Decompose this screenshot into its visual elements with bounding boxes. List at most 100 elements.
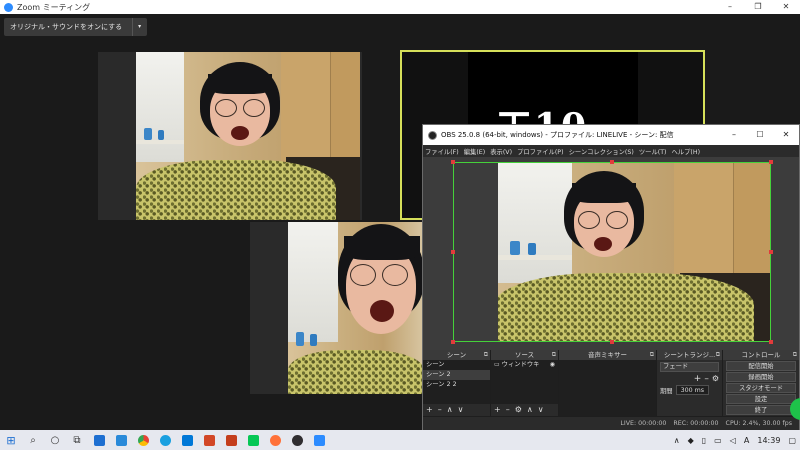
obs-icon[interactable] [286,430,308,450]
search-icon[interactable]: ⌕ [22,430,44,450]
move-source-down-button[interactable]: ∨ [538,404,544,416]
obs-menubar: ファイル(F) 編集(E) 表示(V) プロファイル(P) シーンコレクション(… [423,145,799,157]
window-capture-icon: ▭ [494,361,500,368]
audio-mixer-body [559,360,656,416]
scenes-dock: シーン ⧉ シーン シーン 2 シーン 2 2 + – ∧ ∨ [423,350,491,416]
obs-preview-area[interactable] [423,157,799,350]
menu-scene-collection[interactable]: シーンコレクション(S) [569,147,634,156]
original-sound-button[interactable]: オリジナル・サウンドをオンにする ▾ [4,18,148,36]
tray-chevron-icon[interactable]: ∧ [674,436,680,445]
remove-source-button[interactable]: – [506,404,510,416]
menu-help[interactable]: ヘルプ(H) [672,147,701,156]
add-source-button[interactable]: + [494,404,501,416]
chrome-icon[interactable] [132,430,154,450]
calendar-icon[interactable] [110,430,132,450]
add-scene-button[interactable]: + [426,404,433,416]
controls-dock: コントロール ⧉ 配信開始 録画開始 スタジオモード 設定 終了 [723,350,799,416]
minimize-button[interactable]: – [716,0,744,14]
source-list-item[interactable]: ▭ ウィンドウキ ◉ [491,360,558,370]
move-source-up-button[interactable]: ∧ [527,404,533,416]
resize-handle[interactable] [451,250,455,254]
transition-settings-gear-icon[interactable]: ⚙ [712,374,719,384]
resize-handle[interactable] [451,160,455,164]
menu-view[interactable]: 表示(V) [490,147,512,156]
powerpoint-icon[interactable] [198,430,220,450]
remove-transition-button[interactable]: – [704,374,709,384]
menu-edit[interactable]: 編集(E) [464,147,486,156]
start-streaming-button[interactable]: 配信開始 [726,361,796,371]
zoom-icon[interactable] [308,430,330,450]
settings-button[interactable]: 設定 [726,394,796,404]
move-scene-up-button[interactable]: ∧ [447,404,453,416]
system-tray: ∧ ◆ ▯ ▭ ◁ A 14:39 ▢ [670,430,800,450]
photos-icon[interactable] [220,430,242,450]
close-button[interactable]: ✕ [772,0,800,14]
network-icon[interactable]: ▭ [714,436,722,445]
resize-handle[interactable] [769,250,773,254]
controls-title: コントロール [741,351,781,359]
obs-status-bar: LIVE: 00:00:00 REC: 00:00:00 CPU: 2.4%, … [423,416,799,430]
obs-window: OBS 25.0.8 (64-bit, windows) - プロファイル: L… [422,124,800,431]
resize-handle[interactable] [610,340,614,344]
obs-maximize-button[interactable]: ☐ [747,125,773,145]
resize-handle[interactable] [610,160,614,164]
start-recording-button[interactable]: 録画開始 [726,372,796,382]
move-scene-down-button[interactable]: ∨ [458,404,464,416]
transitions-title: シーントランジ... [663,351,716,359]
remove-scene-button[interactable]: – [438,404,442,416]
scene-transitions-dock: シーントランジ... ⧉ フェード + – ⚙ 期間 300 ms [657,350,723,416]
source-settings-gear-icon[interactable]: ⚙ [515,404,522,416]
resize-handle[interactable] [769,160,773,164]
obs-docks: シーン ⧉ シーン シーン 2 シーン 2 2 + – ∧ ∨ ソース ⧉ ▭ ウィ… [423,350,799,416]
menu-file[interactable]: ファイル(F) [425,147,459,156]
obs-close-button[interactable]: ✕ [773,125,799,145]
windows-start-icon[interactable]: ⊞ [0,430,22,450]
obs-minimize-button[interactable]: – [721,125,747,145]
line-icon[interactable] [242,430,264,450]
undock-icon[interactable]: ⧉ [552,350,556,360]
live-status: LIVE: 00:00:00 [620,420,667,427]
edge-icon[interactable] [154,430,176,450]
participant-video-tile-2[interactable] [250,222,424,394]
duration-input[interactable]: 300 ms [675,385,710,395]
resize-handle[interactable] [769,340,773,344]
obs-app-icon [428,130,437,140]
rec-status: REC: 00:00:00 [673,420,719,427]
firefox-icon[interactable] [264,430,286,450]
scene-list-item[interactable]: シーン 2 2 [423,380,490,390]
undock-icon[interactable]: ⧉ [793,350,797,360]
clock[interactable]: 14:39 [757,436,780,445]
obs-window-title: OBS 25.0.8 (64-bit, windows) - プロファイル: L… [441,131,674,139]
undock-icon[interactable]: ⧉ [716,350,720,360]
add-transition-button[interactable]: + [694,374,702,384]
obs-titlebar: OBS 25.0.8 (64-bit, windows) - プロファイル: L… [423,125,799,145]
windows-taskbar: ⊞ ⌕ ○ ⧉ ∧ ◆ ▯ ▭ ◁ A 14:39 ▢ [0,430,800,450]
undock-icon[interactable]: ⧉ [484,350,488,360]
menu-tools[interactable]: ツール(T) [639,147,667,156]
ime-icon[interactable]: A [744,436,749,445]
store-icon[interactable] [176,430,198,450]
zoom-window-title: Zoom ミーティング [17,2,91,12]
participant-video-tile[interactable] [98,52,362,220]
camera-feed [136,52,360,220]
scene-list-item[interactable]: シーン [423,360,490,370]
scene-list-item-selected[interactable]: シーン 2 [423,370,490,380]
cortana-icon[interactable]: ○ [44,430,66,450]
restore-button[interactable]: ❐ [744,0,772,14]
obs-source-canvas[interactable] [453,162,771,342]
task-view-icon[interactable]: ⧉ [66,430,88,450]
chevron-down-icon[interactable]: ▾ [132,18,141,36]
notification-icon[interactable]: ▢ [788,436,796,445]
dropbox-icon[interactable]: ◆ [688,436,694,445]
audio-mixer-title: 音声ミキサー [588,351,627,359]
exit-button[interactable]: 終了 [726,405,796,415]
undock-icon[interactable]: ⧉ [650,350,654,360]
phone-icon[interactable]: ▯ [702,436,706,445]
mail-icon[interactable] [88,430,110,450]
visibility-eye-icon[interactable]: ◉ [550,360,555,370]
studio-mode-button[interactable]: スタジオモード [726,383,796,393]
transition-select[interactable]: フェード [660,362,719,372]
volume-icon[interactable]: ◁ [730,436,736,445]
resize-handle[interactable] [451,340,455,344]
menu-profile[interactable]: プロファイル(P) [517,147,564,156]
